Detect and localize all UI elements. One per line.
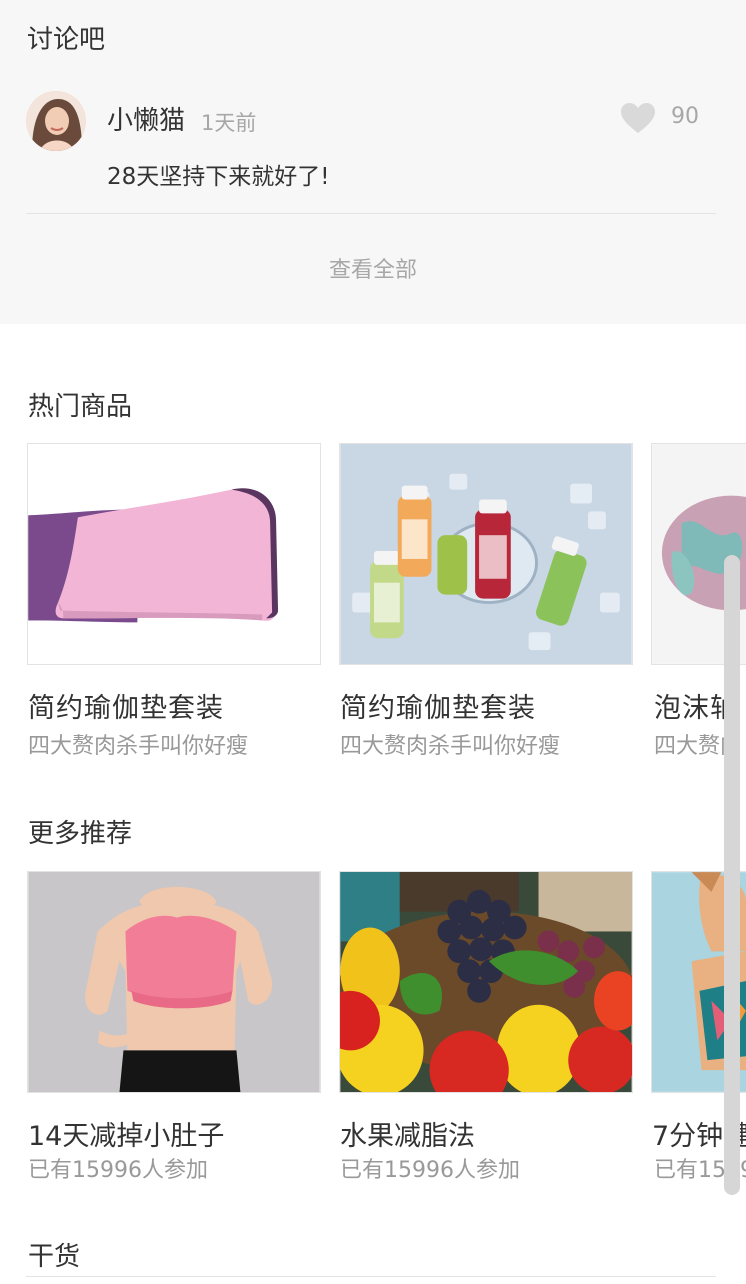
recommend-item-subtitle: 已有15996人参加 — [28, 1158, 208, 1183]
divider — [26, 1276, 716, 1277]
product-subtitle: 四大赘肉杀手叫你好瘦 — [340, 734, 561, 759]
recommend-title: 更多推荐 — [28, 819, 133, 849]
like-count: 90 — [671, 104, 699, 129]
hot-products-title: 热门商品 — [28, 392, 133, 422]
product-card-juice-image[interactable] — [339, 443, 633, 665]
comment-username[interactable]: 小懒猫 — [107, 100, 185, 137]
view-all-link[interactable]: 查看全部 — [0, 252, 746, 284]
divider — [26, 213, 716, 214]
recommend-item-subtitle: 已有15996人参加 — [340, 1158, 520, 1183]
product-title[interactable]: 简约瑜伽垫套装 — [28, 686, 224, 725]
product-title[interactable]: 简约瑜伽垫套装 — [340, 686, 536, 725]
recommend-card-belly-image[interactable] — [27, 871, 321, 1093]
discussion-section: 讨论吧 小懒猫 1天前 90 28天坚持下来就好了! 查看全部 — [0, 0, 746, 324]
recommend-card-fruit-image[interactable] — [339, 871, 633, 1093]
scrollbar[interactable] — [724, 555, 740, 1195]
recommend-item-title[interactable]: 14天减掉小肚子 — [28, 1114, 224, 1153]
dry-goods-title: 干货 — [28, 1242, 81, 1272]
discussion-title: 讨论吧 — [27, 25, 106, 55]
recommend-item-title[interactable]: 水果减脂法 — [340, 1114, 475, 1153]
product-card-yoga-mat-image[interactable] — [27, 443, 321, 665]
comment-text: 28天坚持下来就好了! — [107, 164, 330, 190]
comment-time: 1天前 — [201, 111, 257, 135]
like-heart-icon[interactable] — [620, 102, 656, 134]
product-subtitle: 四大赘肉杀手叫你好瘦 — [28, 734, 249, 759]
user-avatar[interactable] — [26, 91, 86, 151]
